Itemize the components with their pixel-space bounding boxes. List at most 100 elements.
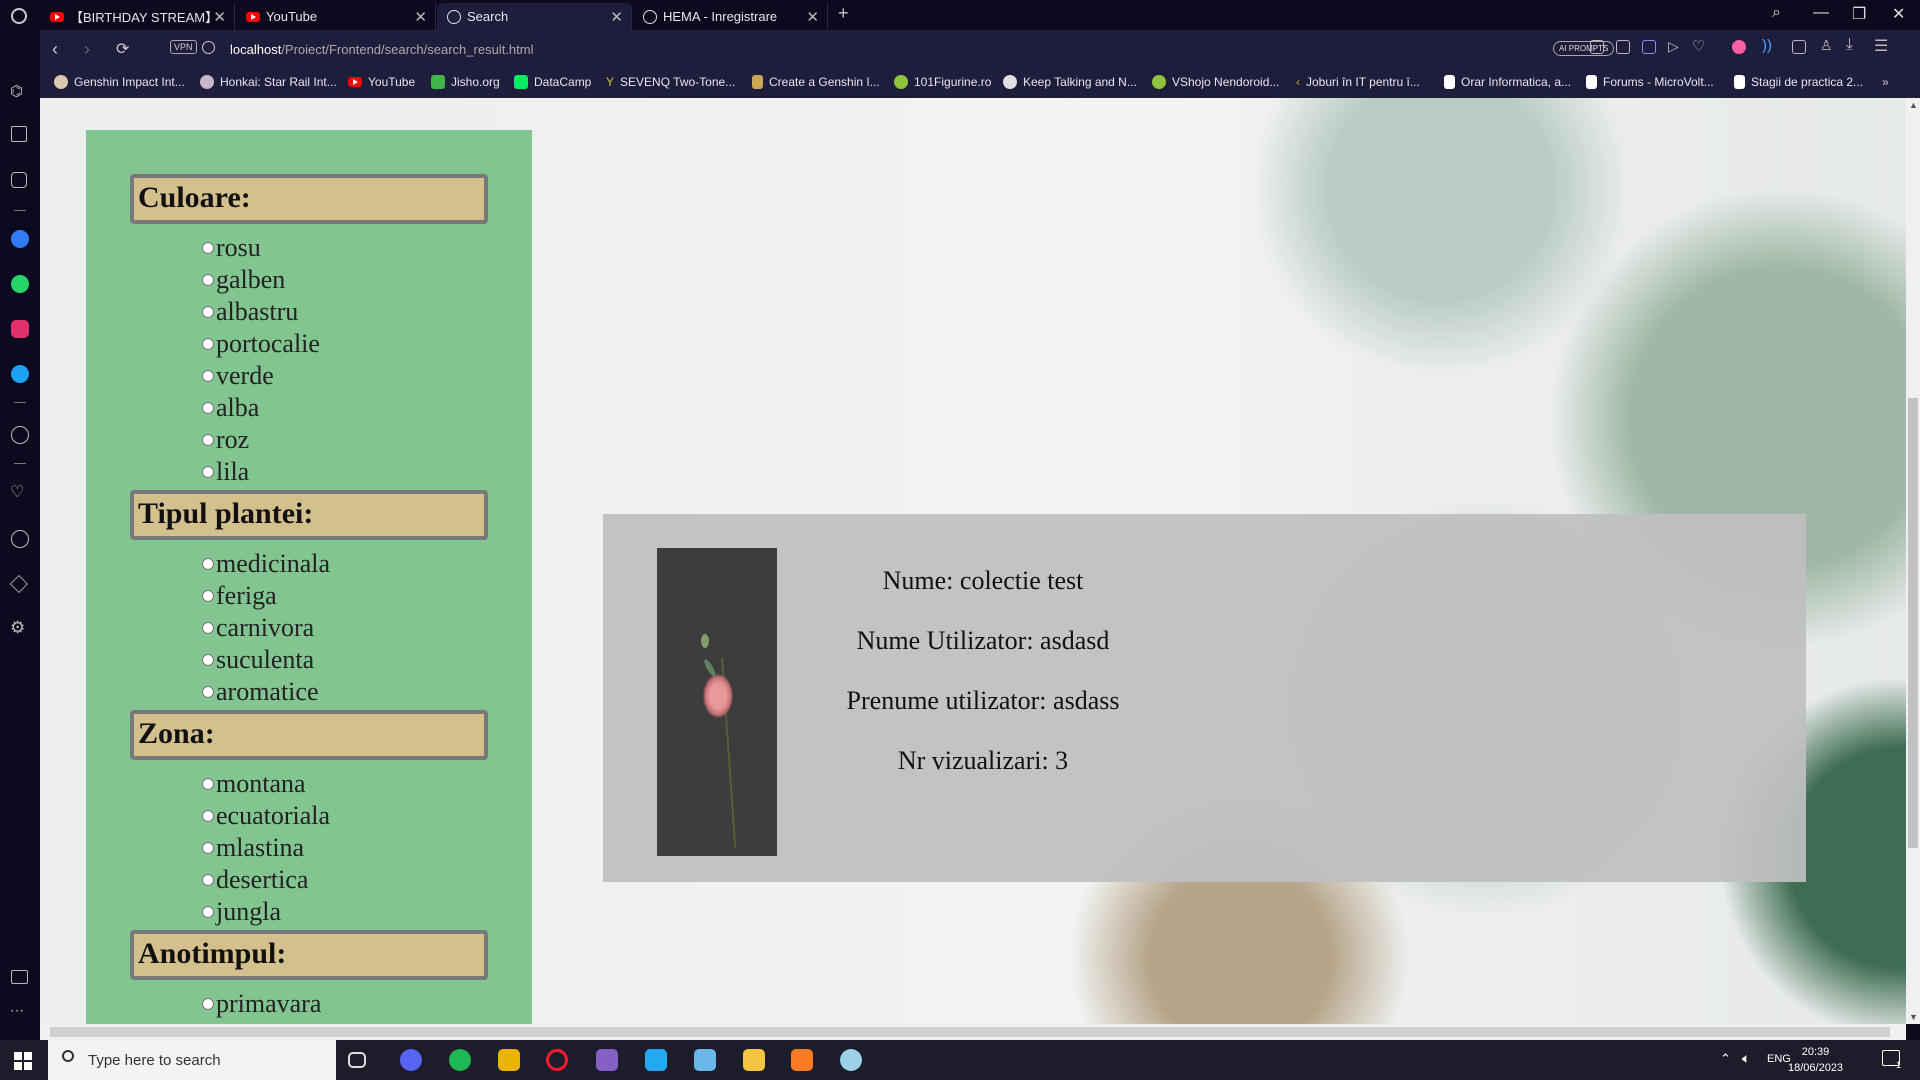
bookmark-item[interactable]: 101Figurine.ro — [894, 75, 991, 89]
minimize-icon[interactable]: — — [1813, 4, 1829, 22]
filter-option[interactable]: roz — [202, 424, 320, 456]
filter-option[interactable]: feriga — [202, 580, 330, 612]
cube-icon[interactable] — [9, 574, 29, 594]
vpn-badge[interactable]: VPN — [170, 40, 197, 54]
radio-button[interactable] — [202, 998, 214, 1010]
result-card[interactable]: Nume: colectie test Nume Utilizator: asd… — [603, 514, 1806, 882]
bookmark-item[interactable]: Jisho.org — [431, 75, 500, 89]
radio-button[interactable] — [202, 590, 214, 602]
filter-option[interactable]: desertica — [202, 864, 330, 896]
tab-youtube[interactable]: YouTube ✕ — [236, 3, 436, 30]
gaming-icon[interactable]: ⌬ — [10, 82, 23, 100]
bookmark-item[interactable]: ‹ Joburi în IT pentru î... — [1296, 75, 1420, 89]
new-tab-button[interactable]: + — [838, 3, 849, 24]
radio-button[interactable] — [202, 810, 214, 822]
close-icon[interactable]: ✕ — [414, 8, 427, 26]
tab-birthday-stream[interactable]: 【BIRTHDAY STREAM】Let's ✕ — [40, 3, 235, 30]
back-icon[interactable]: ‹ — [52, 39, 58, 60]
filter-option[interactable]: alba — [202, 392, 320, 424]
download-icon[interactable]: ⤓ — [1846, 36, 1853, 54]
ai-prompts-button[interactable]: AI PROMPTS — [1553, 41, 1615, 56]
reload-icon[interactable]: ⟳ — [116, 39, 129, 59]
shield-icon[interactable] — [1642, 40, 1656, 54]
radio-button[interactable] — [202, 274, 214, 286]
whatsapp-icon[interactable] — [11, 275, 29, 293]
filter-option[interactable]: portocalie — [202, 328, 320, 360]
scroll-down-icon[interactable]: ▼ — [1909, 1012, 1918, 1022]
windows-start-icon[interactable] — [14, 1052, 32, 1070]
filter-option[interactable]: verde — [202, 360, 320, 392]
radio-button[interactable] — [202, 558, 214, 570]
twitch-icon[interactable] — [11, 126, 27, 142]
bookmark-item[interactable]: Stagii de practica 2... — [1734, 75, 1863, 89]
vscode-icon[interactable] — [645, 1049, 667, 1071]
bookmark-item[interactable]: Forums - MicroVolt... — [1586, 75, 1714, 89]
radio-button[interactable] — [202, 434, 214, 446]
filter-option[interactable]: carnivora — [202, 612, 330, 644]
radio-button[interactable] — [202, 622, 214, 634]
edit-icon[interactable] — [1590, 40, 1604, 54]
visual-studio-icon[interactable] — [596, 1049, 618, 1071]
filter-option[interactable]: suculenta — [202, 644, 330, 676]
filter-option[interactable]: primavara — [202, 988, 321, 1020]
task-view-icon[interactable] — [348, 1052, 366, 1068]
radio-button[interactable] — [202, 338, 214, 350]
restore-icon[interactable]: ❐ — [1852, 4, 1866, 24]
taskbar-search-input[interactable]: Type here to search — [48, 1040, 336, 1080]
player-icon[interactable] — [11, 426, 29, 444]
scrollbar-thumb[interactable] — [1908, 398, 1918, 848]
radio-button[interactable] — [202, 874, 214, 886]
bookmark-item[interactable]: Y SEVENQ Two-Tone... — [606, 75, 735, 89]
settings-icon[interactable]: ⚙ — [10, 618, 25, 638]
site-info-icon[interactable] — [202, 41, 215, 54]
bookmark-item[interactable]: Orar Informatica, a... — [1444, 75, 1571, 89]
bookmark-item[interactable]: Create a Genshin I... — [752, 75, 880, 89]
more-icon[interactable]: ⋯ — [10, 1002, 24, 1019]
extension-icon[interactable] — [1732, 40, 1746, 54]
url-text[interactable]: localhost/Proiect/Frontend/search/search… — [230, 42, 533, 57]
filter-option[interactable]: jungla — [202, 896, 330, 928]
bookmark-item[interactable]: Honkai: Star Rail Int... — [200, 75, 337, 89]
bookmark-item[interactable]: Keep Talking and N... — [1003, 75, 1137, 89]
bookmark-item[interactable]: Genshin Impact Int... — [54, 75, 185, 89]
tab-search[interactable]: Search ✕ — [437, 3, 632, 30]
radio-button[interactable] — [202, 466, 214, 478]
menu-icon[interactable]: ☰ — [1874, 36, 1888, 56]
history-icon[interactable] — [11, 530, 29, 548]
gallery-icon[interactable] — [11, 970, 28, 984]
close-icon[interactable]: ✕ — [213, 8, 226, 26]
heart-icon[interactable]: ♡ — [10, 482, 24, 502]
close-icon[interactable]: ✕ — [610, 8, 623, 26]
radio-button[interactable] — [202, 306, 214, 318]
spotify-icon[interactable] — [449, 1049, 471, 1071]
filter-option[interactable]: medicinala — [202, 548, 330, 580]
close-window-icon[interactable]: ✕ — [1892, 4, 1905, 24]
filter-option[interactable]: aromatice — [202, 676, 330, 708]
audio-icon[interactable]: )) — [1762, 37, 1772, 54]
bookmark-item[interactable]: DataCamp — [514, 75, 591, 89]
file-explorer-icon[interactable] — [743, 1049, 765, 1071]
filter-option[interactable]: montana — [202, 768, 330, 800]
sticky-app-icon[interactable] — [498, 1049, 520, 1071]
profile-icon[interactable]: ♙ — [1820, 37, 1833, 54]
bookmark-item[interactable]: VShojo Nendoroid... — [1152, 75, 1279, 89]
tab-hema[interactable]: HEMA - Inregistrare ✕ — [633, 3, 828, 30]
apps-icon[interactable] — [11, 172, 27, 188]
radio-button[interactable] — [202, 842, 214, 854]
horizontal-scrollbar-thumb[interactable] — [50, 1027, 1890, 1037]
radio-button[interactable] — [202, 654, 214, 666]
filter-option[interactable]: rosu — [202, 232, 320, 264]
radio-button[interactable] — [202, 370, 214, 382]
radio-button[interactable] — [202, 686, 214, 698]
cube-app-icon[interactable] — [694, 1049, 716, 1071]
paint-icon[interactable] — [840, 1049, 862, 1071]
bookmark-item[interactable]: YouTube — [348, 75, 415, 89]
close-icon[interactable]: ✕ — [806, 8, 819, 26]
scroll-up-icon[interactable]: ▲ — [1909, 100, 1918, 110]
messenger-icon[interactable] — [11, 230, 29, 248]
send-icon[interactable]: ▷ — [1668, 38, 1679, 55]
vertical-scrollbar[interactable]: ▲ ▼ — [1906, 98, 1920, 1024]
radio-button[interactable] — [202, 778, 214, 790]
tab-search-icon[interactable]: ⌕ — [1772, 4, 1781, 22]
filter-option[interactable]: mlastina — [202, 832, 330, 864]
